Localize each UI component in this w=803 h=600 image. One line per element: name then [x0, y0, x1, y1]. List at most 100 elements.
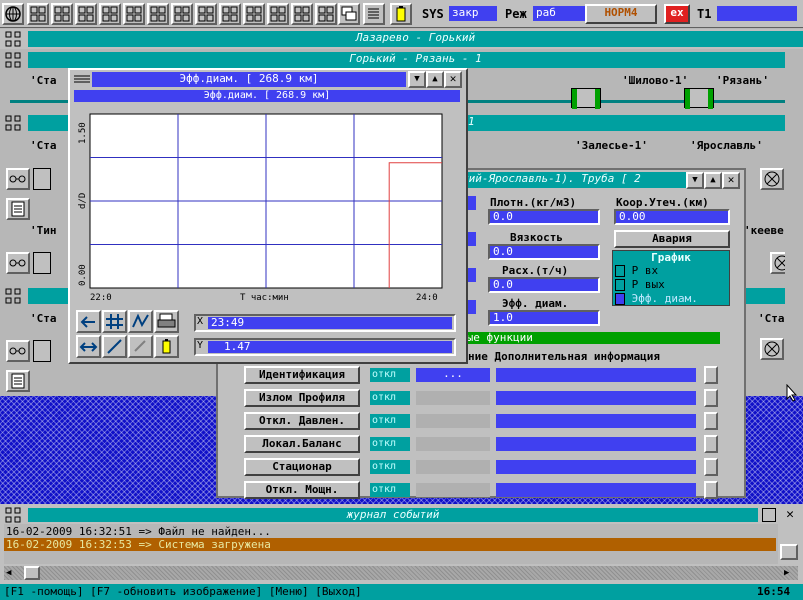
toolbar-grid-button[interactable]: [75, 3, 97, 25]
x-axis-label: Т час:мин: [240, 293, 289, 303]
chevron-up-icon[interactable]: ▲: [426, 71, 444, 88]
valve-icon[interactable]: [571, 88, 601, 109]
window-menu-icon[interactable]: [4, 51, 22, 69]
window-menu-icon[interactable]: [4, 506, 22, 524]
function-value: [416, 437, 490, 451]
toolbar-grid-button[interactable]: [291, 3, 313, 25]
function-name-button[interactable]: Откл. Мощн.: [244, 481, 360, 499]
chart-inner-title-text: Эфф.диам. [ 268.9 км]: [203, 90, 331, 101]
list-icon[interactable]: [6, 198, 30, 220]
gauge-square[interactable]: [33, 252, 51, 274]
function-name-button[interactable]: Излом Профиля: [244, 389, 360, 407]
station-label: 'Ста: [30, 312, 57, 325]
toolbar-grid-button[interactable]: [219, 3, 241, 25]
function-state[interactable]: откл: [370, 391, 410, 405]
function-row-button[interactable]: [704, 389, 718, 407]
gauge-square[interactable]: [33, 340, 51, 362]
chevron-up-icon[interactable]: ▲: [704, 172, 722, 189]
graph-legend-box: График Р вх Р вых Эфф. диам.: [612, 250, 730, 306]
pump-icon[interactable]: [6, 340, 30, 362]
window-menu-icon[interactable]: [4, 287, 22, 305]
graph-legend-item-label: Эфф. диам.: [631, 292, 698, 305]
minimize-icon[interactable]: [762, 508, 776, 522]
graph-legend-item-label: Р вых: [631, 278, 665, 291]
chevron-down-icon[interactable]: ▼: [686, 172, 704, 189]
function-state[interactable]: откл: [370, 483, 410, 497]
function-name: Стационар: [272, 460, 332, 473]
close-icon[interactable]: ✕: [782, 507, 798, 523]
line-tool-icon[interactable]: [102, 335, 127, 358]
chart-area[interactable]: 0.00 1.50 d/D 22:0 24:0 Т час:мин: [74, 104, 460, 304]
toolbar-grid-button[interactable]: [315, 3, 337, 25]
toolbar-grid-button[interactable]: [99, 3, 121, 25]
filter-icon[interactable]: [760, 338, 784, 360]
norm-button[interactable]: НОРМ4: [585, 4, 657, 24]
print-icon[interactable]: [154, 310, 179, 333]
t1-value: [717, 6, 797, 21]
function-state[interactable]: откл: [370, 460, 410, 474]
chart-menu-icon[interactable]: [72, 72, 92, 87]
journal-entry[interactable]: 16-02-2009 16:32:51 => Файл не найден...: [6, 525, 776, 538]
close-icon[interactable]: ✕: [722, 172, 740, 189]
globe-icon[interactable]: [2, 3, 24, 25]
close-icon[interactable]: ✕: [444, 71, 462, 88]
journal-entry-selected[interactable]: 16-02-2009 16:32:53 => Система загружена: [4, 538, 776, 551]
function-row-button[interactable]: [704, 412, 718, 430]
graph-legend-item[interactable]: Р вых: [615, 278, 727, 291]
list-icon[interactable]: [6, 370, 30, 392]
point-tool-icon[interactable]: [128, 335, 153, 358]
valve-icon[interactable]: [684, 88, 714, 109]
station-label: 'кееве': [744, 224, 791, 237]
toolbar-grid-button[interactable]: [243, 3, 265, 25]
function-state[interactable]: откл: [370, 368, 410, 382]
chart-svg[interactable]: 0.00 1.50 d/D 22:0 24:0 Т час:мин: [74, 104, 460, 304]
journal-title-bar[interactable]: журнал событий: [28, 508, 758, 522]
window-title-bar[interactable]: Горький - Рязань - 1: [28, 52, 803, 68]
function-row-button[interactable]: [704, 435, 718, 453]
function-row-button[interactable]: [704, 481, 718, 499]
filter-icon[interactable]: [760, 168, 784, 190]
function-name-button[interactable]: Локал.Баланс: [244, 435, 360, 453]
function-name-button[interactable]: Идентификация: [244, 366, 360, 384]
toolbar-grid-button[interactable]: [27, 3, 49, 25]
windows-icon[interactable]: [338, 3, 360, 25]
document-icon[interactable]: [363, 3, 385, 25]
auto-scale-icon[interactable]: [128, 310, 153, 333]
journal-scroll-vertical[interactable]: [780, 524, 798, 566]
toolbar-grid-button[interactable]: [51, 3, 73, 25]
window-menu-icon[interactable]: [4, 30, 22, 48]
toolbar-grid-button[interactable]: [171, 3, 193, 25]
function-row-button[interactable]: [704, 366, 718, 384]
function-name-button[interactable]: Откл. Давлен.: [244, 412, 360, 430]
pump-icon[interactable]: [6, 252, 30, 274]
battery-icon[interactable]: [154, 335, 179, 358]
chart-window-title-bar[interactable]: Эфф.диам. [ 268.9 км]: [92, 72, 406, 87]
toolbar-grid-button[interactable]: [267, 3, 289, 25]
pipe-window-title-bar[interactable]: кий-Ярославль-1). Труба [ 2: [458, 172, 686, 188]
arrow-left-icon[interactable]: [76, 310, 101, 333]
function-state[interactable]: откл: [370, 437, 410, 451]
scroll-left-icon[interactable]: ◀: [6, 567, 18, 579]
battery-icon[interactable]: [390, 3, 412, 25]
function-state[interactable]: откл: [370, 414, 410, 428]
graph-legend-item[interactable]: Эфф. диам.: [615, 292, 727, 305]
window-menu-icon[interactable]: [4, 114, 22, 132]
scroll-right-icon[interactable]: ▶: [784, 567, 796, 579]
station-label: 'Залесье-1': [575, 139, 648, 152]
toolbar-grid-button[interactable]: [195, 3, 217, 25]
function-row-button[interactable]: [704, 458, 718, 476]
toolbar-grid-button[interactable]: [123, 3, 145, 25]
function-name-button[interactable]: Стационар: [244, 458, 360, 476]
window-title-bar[interactable]: Лазарево - Горький: [28, 31, 803, 47]
expand-horizontal-icon[interactable]: [76, 335, 101, 358]
chevron-down-icon[interactable]: ▼: [408, 71, 426, 88]
pump-icon[interactable]: [6, 168, 30, 190]
grid-icon[interactable]: [102, 310, 127, 333]
ex-button[interactable]: ex: [664, 4, 690, 24]
scroll-thumb[interactable]: [24, 566, 40, 580]
journal-scroll-horizontal[interactable]: ◀ ▶: [4, 566, 798, 580]
toolbar-grid-button[interactable]: [147, 3, 169, 25]
graph-legend-item[interactable]: Р вх: [615, 264, 727, 277]
alarm-button[interactable]: Авария: [614, 230, 730, 248]
gauge-square[interactable]: [33, 168, 51, 190]
